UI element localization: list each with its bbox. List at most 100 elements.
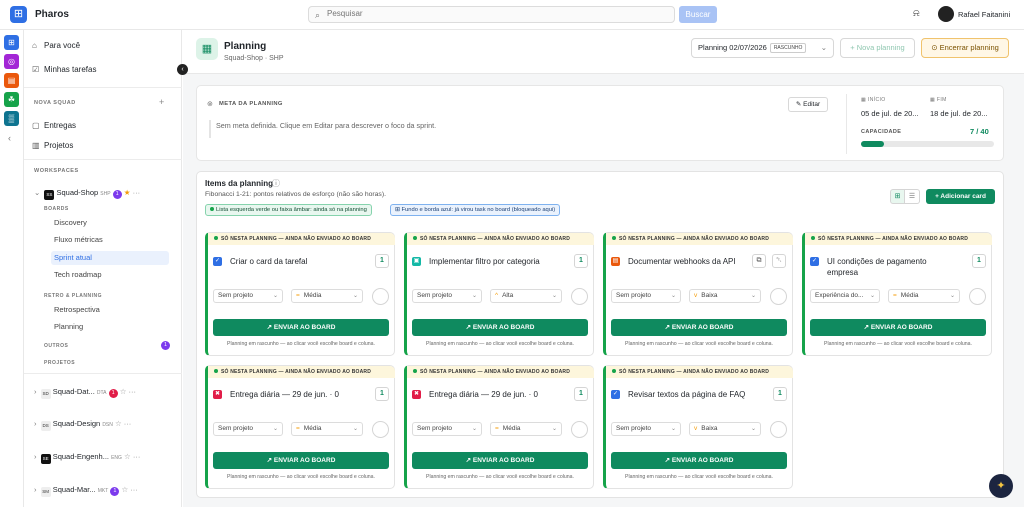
priority-select[interactable]: = Média ⌄	[291, 289, 363, 303]
enviar-ao-board-button[interactable]: ↗ ENVIAR AO BOARD	[611, 319, 787, 336]
rail-app-icon[interactable]: ◎	[4, 54, 19, 69]
copy-icon[interactable]: ⧉	[752, 254, 766, 268]
story-points[interactable]: 1	[574, 387, 588, 401]
card-title[interactable]: Implementar filtro por categoria	[429, 256, 559, 267]
star-outline-icon[interactable]: ☆	[120, 387, 127, 396]
grid-view-toggle[interactable]: ⊞	[890, 189, 905, 204]
planning-card[interactable]: SÓ NESTA PLANNING — AINDA NÃO ENVIADO AO…	[404, 365, 594, 489]
more-icon[interactable]: ···	[133, 188, 141, 197]
priority-select[interactable]: v Baixa ⌄	[689, 422, 761, 436]
star-outline-icon[interactable]: ☆	[115, 419, 122, 428]
assignee-avatar[interactable]	[372, 288, 389, 305]
more-icon[interactable]: ···	[133, 452, 141, 461]
rail-app-icon[interactable]: ▒	[4, 111, 19, 126]
more-icon[interactable]: ···	[129, 387, 137, 396]
section-outros[interactable]: OUTROS	[44, 343, 68, 349]
planning-select[interactable]: Planning 02/07/2026 RASCUNHO ⌄	[691, 38, 834, 58]
planning-card[interactable]: SÓ NESTA PLANNING — AINDA NÃO ENVIADO AO…	[205, 232, 395, 356]
planning-card[interactable]: SÓ NESTA PLANNING — AINDA NÃO ENVIADO AO…	[205, 365, 395, 489]
search-box[interactable]: ⌕	[308, 6, 675, 23]
story-points[interactable]: 1	[773, 387, 787, 401]
rail-app-icon[interactable]: ⊞	[4, 35, 19, 50]
rail-app-icon[interactable]: ☘	[4, 92, 19, 107]
board-item-fluxo-metricas[interactable]: Fluxo métricas	[51, 233, 169, 247]
sidebar-item-entregas[interactable]: ▢ Entregas	[32, 119, 177, 133]
priority-select[interactable]: = Média ⌄	[490, 422, 562, 436]
assignee-avatar[interactable]	[770, 421, 787, 438]
planning-card[interactable]: SÓ NESTA PLANNING — AINDA NÃO ENVIADO AO…	[603, 232, 793, 356]
priority-select[interactable]: ^ Alta ⌄	[490, 289, 562, 303]
more-icon[interactable]: ···	[124, 419, 132, 428]
priority-select[interactable]: = Média ⌄	[291, 422, 363, 436]
app-logo-icon[interactable]: ⊞	[10, 6, 27, 23]
enviar-ao-board-button[interactable]: ↗ ENVIAR AO BOARD	[412, 319, 588, 336]
plus-icon[interactable]: +	[159, 97, 164, 107]
story-points[interactable]: 1	[375, 387, 389, 401]
project-select[interactable]: Sem projeto ⌄	[611, 289, 681, 303]
add-card-button[interactable]: + Adicionar card	[926, 189, 995, 204]
list-view-toggle[interactable]: ☰	[905, 189, 920, 204]
planning-card[interactable]: SÓ NESTA PLANNING — AINDA NÃO ENVIADO AO…	[404, 232, 594, 356]
enviar-ao-board-button[interactable]: ↗ ENVIAR AO BOARD	[412, 452, 588, 469]
assignee-avatar[interactable]	[571, 288, 588, 305]
card-title[interactable]: Entrega diária — 29 de jun. · 0	[429, 389, 559, 400]
project-select[interactable]: Sem projeto ⌄	[611, 422, 681, 436]
board-item-sprint-atual[interactable]: Sprint atual	[51, 251, 169, 265]
story-points[interactable]: 1	[375, 254, 389, 268]
squad-item-marketing[interactable]: › SM Squad-Mar... MKT 1 ☆ ···	[34, 483, 177, 497]
assignee-avatar[interactable]	[969, 288, 986, 305]
user-name[interactable]: Rafael Faitanini	[958, 10, 1010, 19]
story-points[interactable]: 1	[574, 254, 588, 268]
enviar-ao-board-button[interactable]: ↗ ENVIAR AO BOARD	[611, 452, 787, 469]
chevron-left-icon[interactable]: ‹	[8, 133, 11, 143]
edit-meta-button[interactable]: ✎ Editar	[788, 97, 828, 112]
board-item-discovery[interactable]: Discovery	[51, 216, 169, 230]
project-select[interactable]: Sem projeto ⌄	[412, 289, 482, 303]
search-input[interactable]	[327, 9, 667, 18]
assistant-bubble-icon[interactable]: ✦	[989, 474, 1013, 498]
project-select[interactable]: Sem projeto ⌄	[412, 422, 482, 436]
assignee-avatar[interactable]	[770, 288, 787, 305]
enviar-ao-board-button[interactable]: ↗ ENVIAR AO BOARD	[213, 319, 389, 336]
story-points[interactable]: 1	[972, 254, 986, 268]
card-title[interactable]: Documentar webhooks da API	[628, 256, 758, 267]
project-select[interactable]: Sem projeto ⌄	[213, 422, 283, 436]
assignee-avatar[interactable]	[372, 421, 389, 438]
bell-icon[interactable]: ⍾	[913, 8, 920, 19]
squad-item-shop[interactable]: ⌄ SS Squad-Shop SHP 1 ★ ···	[34, 186, 177, 200]
card-title[interactable]: Revisar textos da página de FAQ	[628, 389, 758, 400]
squad-item-engenharia[interactable]: › SE Squad-Engenh... ENG ☆ ···	[34, 450, 177, 464]
retro-item-retrospectiva[interactable]: Retrospectiva	[51, 303, 169, 317]
planning-card[interactable]: SÓ NESTA PLANNING — AINDA NÃO ENVIADO AO…	[603, 365, 793, 489]
card-title[interactable]: Criar o card da tarefal	[230, 256, 360, 267]
planning-card[interactable]: SÓ NESTA PLANNING — AINDA NÃO ENVIADO AO…	[802, 232, 992, 356]
squad-item-design[interactable]: › DS Squad-Design DSN ☆ ···	[34, 417, 177, 431]
rail-app-icon[interactable]: ▤	[4, 73, 19, 88]
collapse-sidebar-button[interactable]: ‹	[177, 64, 188, 75]
sidebar-item-minhas-tarefas[interactable]: ☑ Minhas tarefas	[32, 63, 177, 77]
board-item-tech-roadmap[interactable]: Tech roadmap	[51, 268, 169, 282]
star-outline-icon[interactable]: ☆	[124, 452, 131, 461]
retro-item-planning[interactable]: Planning	[51, 320, 169, 334]
nova-planning-button[interactable]: + Nova planning	[840, 38, 915, 58]
sidebar-item-projetos[interactable]: ▥ Projetos	[32, 139, 177, 153]
more-icon[interactable]: ···	[130, 485, 138, 494]
priority-select[interactable]: = Média ⌄	[888, 289, 960, 303]
squad-item-data[interactable]: › SD Squad-Dat... DTA 1 ☆ ···	[34, 385, 177, 399]
project-select[interactable]: Sem projeto ⌄	[213, 289, 283, 303]
section-projetos[interactable]: PROJETOS	[44, 360, 75, 366]
star-outline-icon[interactable]: ☆	[121, 485, 128, 494]
enviar-ao-board-button[interactable]: ↗ ENVIAR AO BOARD	[810, 319, 986, 336]
sidebar-item-para-voce[interactable]: ⌂ Para você	[32, 39, 177, 53]
assignee-avatar[interactable]	[571, 421, 588, 438]
priority-select[interactable]: v Baixa ⌄	[689, 289, 761, 303]
avatar[interactable]	[938, 6, 954, 22]
card-title[interactable]: UI condições de pagamento empresa	[827, 256, 957, 278]
card-title[interactable]: Entrega diária — 29 de jun. · 0	[230, 389, 360, 400]
help-icon[interactable]: ⓘ	[272, 178, 280, 189]
enviar-ao-board-button[interactable]: ↗ ENVIAR AO BOARD	[213, 452, 389, 469]
project-select[interactable]: Experiência do... ⌄	[810, 289, 880, 303]
star-icon[interactable]: ★	[124, 188, 131, 197]
encerrar-planning-button[interactable]: ⊙ Encerrar planning	[921, 38, 1009, 58]
trash-icon[interactable]: ␡	[772, 254, 786, 268]
